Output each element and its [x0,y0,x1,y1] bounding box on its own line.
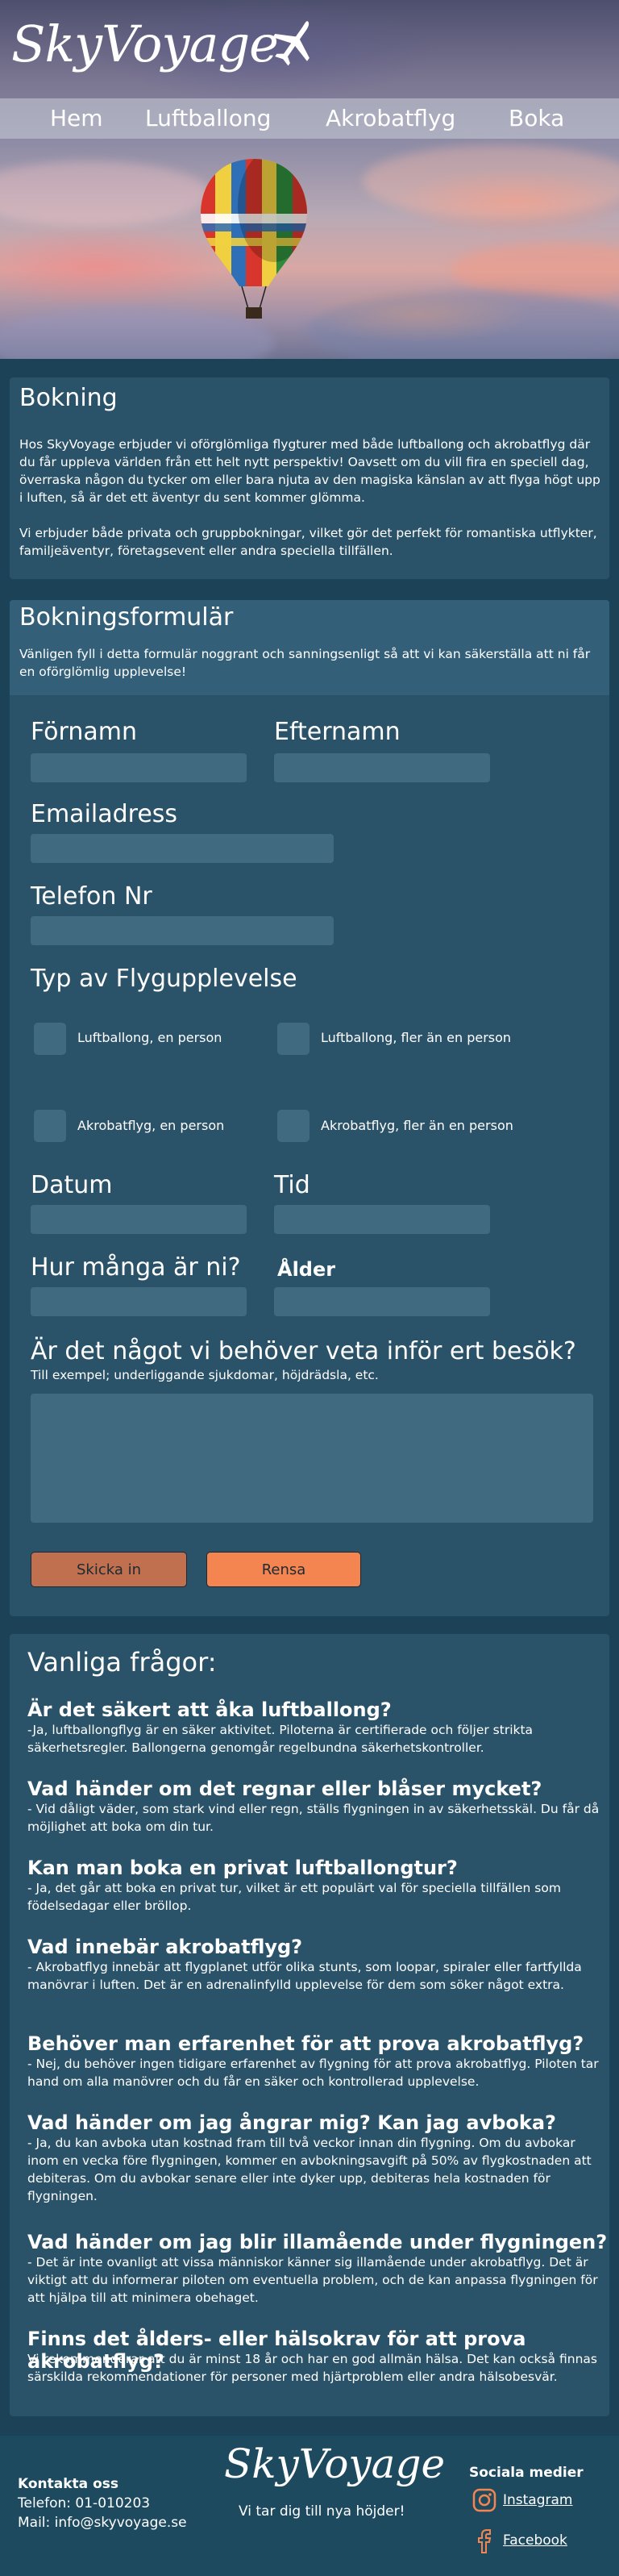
age-label: Ålder [277,1258,336,1281]
first-name-input[interactable] [31,753,247,782]
booking-form-card: Bokningsformulär Vänligen fyll i detta f… [10,600,609,1616]
booking-paragraph-2: Vi erbjuder både privata och gruppboknin… [19,526,597,558]
main-nav: Hem Luftballong Akrobatflyg Boka [0,98,619,139]
faq-answer: - Vid dåligt väder, som stark vind eller… [27,1802,600,1834]
form-title: Bokningsformulär [19,603,234,631]
party-size-label: Hur många är ni? [31,1253,241,1282]
age-input[interactable] [274,1287,490,1316]
last-name-label: Efternamn [274,718,401,746]
nav-home[interactable]: Hem [50,105,103,131]
faq-answer: Vi rekommenderar att du är minst 18 år o… [27,2352,597,2384]
faq-question: Är det säkert att åka luftballong? [27,1699,392,1721]
social-title: Sociala medier [469,2465,584,2481]
notes-textarea[interactable] [31,1394,593,1523]
option-balloon-single-label: Luftballong, en person [77,1030,222,1045]
contact-title: Kontakta oss [18,2476,118,2492]
faq-answer: - Ja, det går att boka en privat tur, vi… [27,1881,561,1913]
faq-answer: - Det är inte ovanligt att vissa människ… [27,2255,598,2305]
option-aerobatic-group-label: Akrobatflyg, fler än en person [321,1118,513,1133]
faq-question: Vad händer om jag blir illamående under … [27,2231,608,2253]
airplane-icon [272,21,310,66]
hot-air-balloon-image [201,159,307,319]
time-label: Tid [274,1171,310,1199]
booking-title: Bokning [19,384,118,412]
phone-input[interactable] [31,916,334,945]
submit-button[interactable]: Skicka in [31,1552,187,1587]
faq-question: Vad innebär akrobatflyg? [27,1936,303,1958]
faq-answer: - Akrobatflyg innebär att flygplanet utf… [27,1960,582,1992]
option-aerobatic-group-checkbox[interactable] [277,1110,310,1142]
site-logo[interactable]: SkyVoyage [11,15,279,73]
contact-mail[interactable]: Mail: info@skyvoyage.se [18,2515,187,2531]
last-name-input[interactable] [274,753,490,782]
hero-banner: SkyVoyage Hem Luftballong Akrobatflyg Bo… [0,0,619,359]
option-balloon-group-label: Luftballong, fler än en person [321,1030,512,1045]
footer-tagline: Vi tar dig till nya höjder! [239,2503,405,2520]
nav-booking[interactable]: Boka [509,105,564,131]
site-footer: Kontakta oss Telefon: 01-010203 Mail: in… [0,2436,619,2576]
nav-balloon[interactable]: Luftballong [145,105,271,131]
faq-answer: -Ja, luftballongflyg är en säker aktivit… [27,1723,534,1755]
faq-card: Vanliga frågor: Är det säkert att åka lu… [10,1634,609,2416]
faq-question: Behöver man erfarenhet för att prova akr… [27,2032,584,2055]
date-input[interactable] [31,1205,247,1234]
reset-button[interactable]: Rensa [206,1552,361,1587]
faq-answer: - Nej, du behöver ingen tidigare erfaren… [27,2057,599,2089]
contact-phone: Telefon: 01-010203 [18,2495,151,2511]
notes-hint: Till exempel; underliggande sjukdomar, h… [31,1368,379,1382]
email-input[interactable] [31,834,334,863]
option-aerobatic-single-checkbox[interactable] [34,1110,66,1142]
faq-title: Vanliga frågor: [27,1647,217,1678]
faq-question: Vad händer om jag ångrar mig? Kan jag av… [27,2111,556,2134]
faq-question: Kan man boka en privat luftballongtur? [27,1857,458,1879]
form-intro: Vänligen fyll i detta formulär noggrant … [19,647,591,679]
party-size-input[interactable] [31,1287,247,1316]
instagram-icon[interactable] [472,2487,497,2513]
facebook-icon[interactable] [472,2526,497,2555]
faq-answer: - Ja, du kan avboka utan kostnad fram ti… [27,2136,592,2203]
option-aerobatic-single-label: Akrobatflyg, en person [77,1118,225,1133]
option-balloon-group-checkbox[interactable] [277,1023,310,1055]
notes-label: Är det något vi behöver veta inför ert b… [31,1337,576,1365]
date-label: Datum [31,1171,113,1199]
instagram-link[interactable]: Instagram [503,2492,573,2508]
first-name-label: Förnamn [31,718,137,746]
faq-question: Vad händer om det regnar eller blåser my… [27,1778,542,1800]
facebook-link[interactable]: Facebook [503,2532,567,2549]
option-balloon-single-checkbox[interactable] [34,1023,66,1055]
flight-type-label: Typ av Flygupplevelse [31,965,297,993]
phone-label: Telefon Nr [31,882,152,911]
nav-aerobatics[interactable]: Akrobatflyg [326,105,455,131]
booking-info-card: Bokning Hos SkyVoyage erbjuder vi oförgl… [10,377,609,579]
time-input[interactable] [274,1205,490,1234]
footer-logo[interactable]: SkyVoyage [224,2441,445,2487]
booking-paragraph-1: Hos SkyVoyage erbjuder vi oförglömliga f… [19,437,600,505]
email-label: Emailadress [31,800,178,828]
